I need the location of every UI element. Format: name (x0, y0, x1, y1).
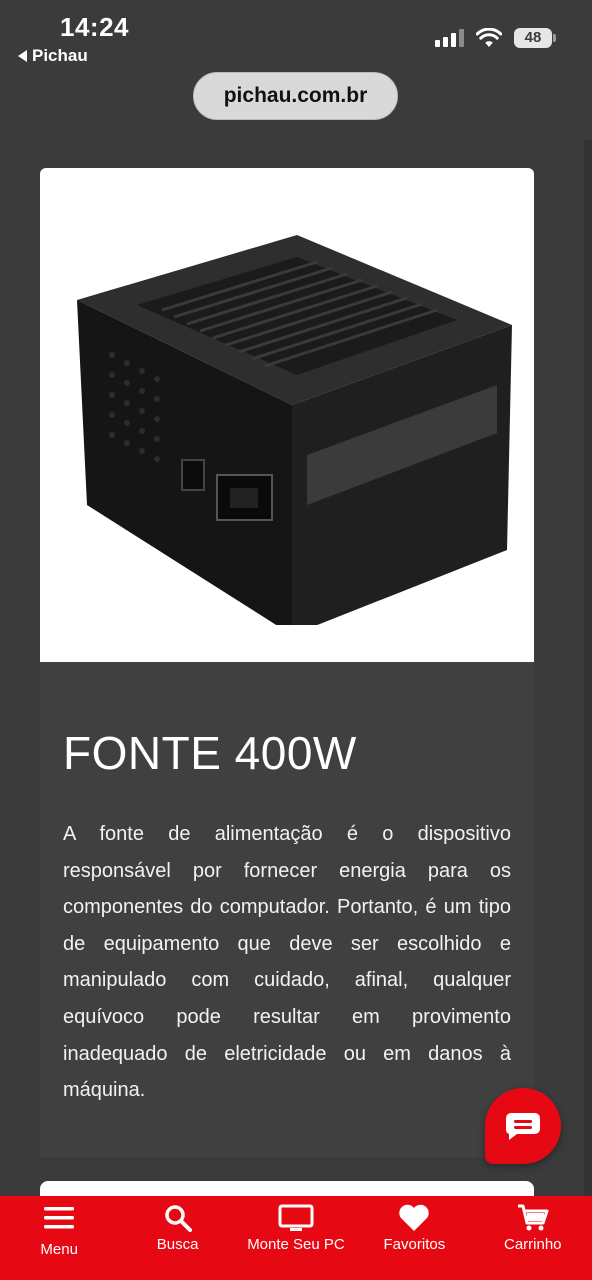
status-indicators: 48 (435, 28, 556, 48)
nav-build-pc-label: Monte Seu PC (247, 1236, 345, 1253)
nav-cart[interactable]: Carrinho (474, 1196, 592, 1280)
nav-menu[interactable]: Menu (0, 1196, 118, 1280)
bottom-navigation: Menu Busca Monte Seu PC Favoritos Carrin… (0, 1196, 592, 1280)
wifi-icon (476, 28, 502, 47)
product-image-card (40, 168, 534, 662)
product-description: A fonte de alimentação é o dispositivo r… (63, 823, 511, 1102)
battery-indicator: 48 (514, 28, 556, 48)
back-triangle-icon (18, 50, 27, 62)
back-to-app-link[interactable]: Pichau (18, 46, 88, 66)
search-icon (164, 1204, 192, 1232)
nav-menu-label: Menu (40, 1241, 78, 1258)
status-time: 14:24 (60, 12, 129, 42)
monitor-icon (278, 1204, 314, 1232)
power-supply-image (77, 235, 512, 625)
screen: 14:24 Pichau 48 pichau.com.br FONTE 400W… (0, 0, 592, 1280)
page-scrollbar[interactable] (584, 140, 592, 1200)
back-app-label: Pichau (32, 46, 88, 65)
product-info-card: FONTE 400W A fonte de alimentação é o di… (40, 662, 534, 1157)
product-title: FONTE 400W (63, 727, 357, 779)
cellular-signal-icon (435, 29, 464, 47)
nav-favorites-label: Favoritos (383, 1236, 446, 1253)
nav-favorites[interactable]: Favoritos (355, 1196, 473, 1280)
hamburger-icon (44, 1204, 75, 1232)
nav-build-pc[interactable]: Monte Seu PC (237, 1196, 355, 1280)
nav-cart-label: Carrinho (503, 1236, 562, 1253)
heart-icon (398, 1204, 430, 1232)
chat-bubble-icon (505, 1113, 540, 1140)
nav-search-label: Busca (156, 1236, 199, 1253)
cart-icon (517, 1204, 549, 1232)
nav-search[interactable]: Busca (119, 1196, 237, 1280)
chat-button[interactable] (485, 1088, 561, 1164)
address-bar[interactable]: pichau.com.br (193, 72, 398, 120)
